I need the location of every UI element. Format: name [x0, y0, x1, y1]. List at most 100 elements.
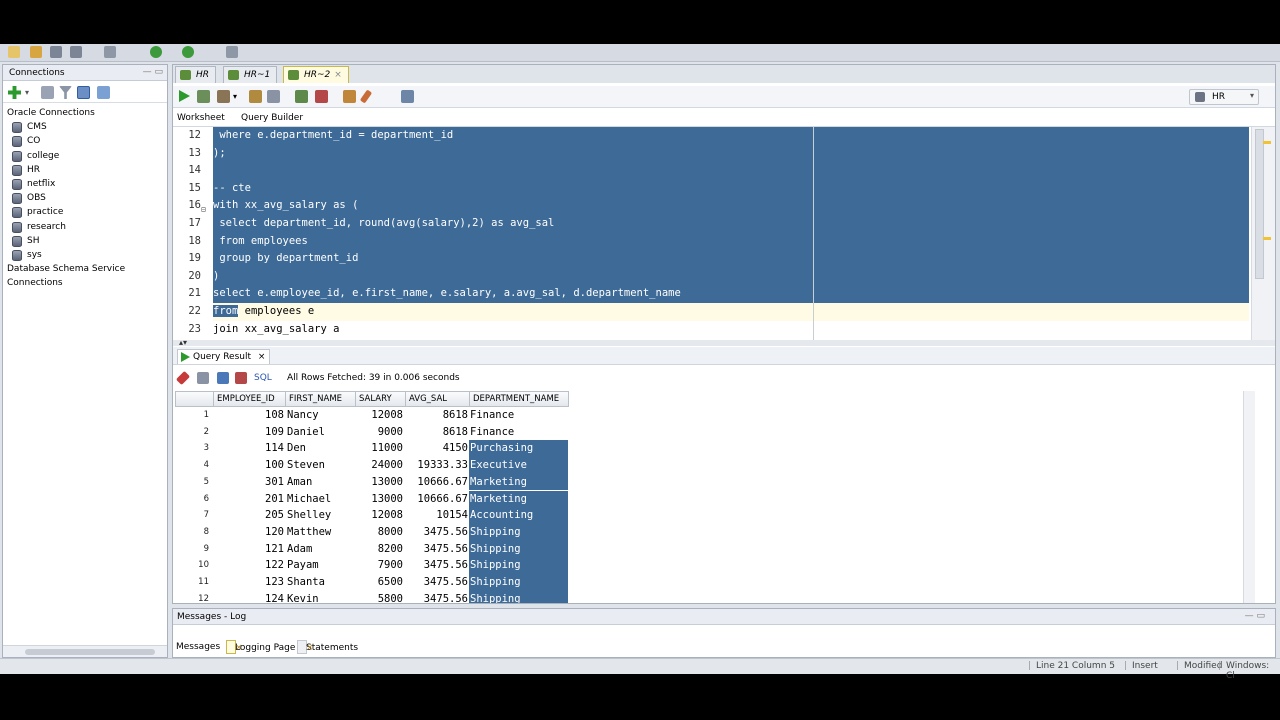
- new-icon[interactable]: [8, 46, 20, 58]
- tab-logging-page[interactable]: Logging Page ×: [226, 640, 295, 654]
- run-script-icon[interactable]: [197, 90, 210, 103]
- cell-avg-sal[interactable]: 3475.56: [405, 591, 469, 603]
- connection-item-co[interactable]: CO: [7, 134, 167, 148]
- unshared-sql-icon[interactable]: [343, 90, 356, 103]
- panel-window-buttons[interactable]: — ▭: [143, 67, 163, 77]
- cell-first-name[interactable]: Nancy: [285, 407, 355, 424]
- table-row[interactable]: 4 100 Steven 24000 19333.33 Executive: [175, 457, 568, 474]
- cell-employee-id[interactable]: 122: [213, 557, 285, 574]
- cell-employee-id[interactable]: 121: [213, 541, 285, 558]
- cell-employee-id[interactable]: 124: [213, 591, 285, 603]
- cell-department-name[interactable]: Executive: [469, 457, 568, 474]
- editor-result-splitter[interactable]: ▴▾: [173, 339, 1275, 347]
- cell-department-name[interactable]: Finance: [469, 424, 568, 441]
- table-row[interactable]: 5 301 Aman 13000 10666.67 Marketing: [175, 473, 568, 491]
- cell-first-name[interactable]: Kevin: [285, 591, 355, 603]
- cell-employee-id[interactable]: 120: [213, 524, 285, 541]
- cell-first-name[interactable]: Aman: [285, 474, 355, 491]
- close-tab-icon[interactable]: ×: [231, 641, 247, 655]
- print-icon[interactable]: [197, 372, 209, 384]
- explain-plan-icon[interactable]: [249, 90, 262, 103]
- cell-first-name[interactable]: Daniel: [285, 424, 355, 441]
- open-icon[interactable]: [30, 46, 42, 58]
- save-icon[interactable]: [50, 46, 62, 58]
- cell-first-name[interactable]: Shanta: [285, 574, 355, 591]
- table-row[interactable]: 11 123 Shanta 6500 3475.56 Shipping: [175, 574, 568, 591]
- table-row[interactable]: 3 114 Den 11000 4150 Purchasing: [175, 440, 568, 458]
- connection-item-obs[interactable]: OBS: [7, 191, 167, 205]
- table-row[interactable]: 1 108 Nancy 12008 8618 Finance: [175, 407, 568, 424]
- table-row[interactable]: 8 120 Matthew 8000 3475.56 Shipping: [175, 523, 568, 541]
- cell-salary[interactable]: 13000: [355, 474, 405, 491]
- cell-first-name[interactable]: Payam: [285, 557, 355, 574]
- cell-salary[interactable]: 8000: [355, 524, 405, 541]
- connection-item-cms[interactable]: CMS: [7, 120, 167, 134]
- pin-icon[interactable]: [175, 370, 191, 386]
- autotrace-icon[interactable]: [217, 90, 230, 103]
- cell-employee-id[interactable]: 108: [213, 407, 285, 424]
- cell-employee-id[interactable]: 100: [213, 457, 285, 474]
- tab-hr[interactable]: HR: [175, 66, 217, 83]
- cell-avg-sal[interactable]: 3475.56: [405, 524, 469, 541]
- tab-query-result[interactable]: Query Result ×: [177, 349, 271, 364]
- back-icon[interactable]: [150, 46, 162, 58]
- cell-department-name[interactable]: Shipping: [469, 574, 568, 591]
- cell-salary[interactable]: 5800: [355, 591, 405, 603]
- cell-avg-sal[interactable]: 10154: [405, 507, 469, 524]
- text-case-icon[interactable]: [401, 90, 414, 103]
- forward-icon[interactable]: [182, 46, 194, 58]
- cell-avg-sal[interactable]: 10666.67: [405, 491, 469, 508]
- add-connection-icon[interactable]: [8, 86, 21, 99]
- cell-salary[interactable]: 8200: [355, 541, 405, 558]
- cell-first-name[interactable]: Shelley: [285, 507, 355, 524]
- cell-salary[interactable]: 12008: [355, 407, 405, 424]
- cell-department-name[interactable]: Accounting: [469, 507, 568, 524]
- cell-salary[interactable]: 13000: [355, 491, 405, 508]
- scroll-thumb[interactable]: [25, 649, 155, 655]
- editor-vscrollbar[interactable]: [1251, 127, 1275, 340]
- cell-salary[interactable]: 11000: [355, 440, 405, 457]
- result-grid[interactable]: EMPLOYEE_ID FIRST_NAME SALARY AVG_SAL DE…: [175, 391, 1255, 603]
- cell-salary[interactable]: 24000: [355, 457, 405, 474]
- cell-department-name[interactable]: Purchasing: [469, 440, 568, 458]
- cell-employee-id[interactable]: 201: [213, 491, 285, 508]
- tab-hr-1[interactable]: HR~1: [223, 66, 278, 83]
- autotrace-dropdown-icon[interactable]: ▾: [233, 92, 237, 101]
- connection-item-practice[interactable]: practice: [7, 205, 167, 219]
- cell-salary[interactable]: 12008: [355, 507, 405, 524]
- sql-editor[interactable]: 12 where e.department_id = department_id…: [173, 127, 1253, 340]
- connection-item-college[interactable]: college: [7, 149, 167, 163]
- cell-salary[interactable]: 9000: [355, 424, 405, 441]
- cell-first-name[interactable]: Matthew: [285, 524, 355, 541]
- cell-salary[interactable]: 7900: [355, 557, 405, 574]
- table-row[interactable]: 7 205 Shelley 12008 10154 Accounting: [175, 507, 568, 524]
- cell-department-name[interactable]: Marketing: [469, 490, 568, 508]
- cell-first-name[interactable]: Den: [285, 440, 355, 457]
- cell-employee-id[interactable]: 123: [213, 574, 285, 591]
- cell-avg-sal[interactable]: 3475.56: [405, 574, 469, 591]
- cell-first-name[interactable]: Michael: [285, 491, 355, 508]
- col-department-name[interactable]: DEPARTMENT_NAME: [470, 391, 569, 407]
- run-statement-icon[interactable]: [179, 90, 190, 102]
- cell-employee-id[interactable]: 301: [213, 474, 285, 491]
- scroll-thumb[interactable]: [1255, 129, 1264, 279]
- undo-icon[interactable]: [104, 46, 116, 58]
- cell-department-name[interactable]: Finance: [469, 407, 568, 424]
- connection-item-hr[interactable]: HR: [7, 163, 167, 177]
- filter-icon[interactable]: [59, 86, 72, 99]
- connection-item-sys[interactable]: sys: [7, 248, 167, 262]
- refresh-icon[interactable]: [41, 86, 54, 99]
- cell-employee-id[interactable]: 205: [213, 507, 285, 524]
- cell-avg-sal[interactable]: 3475.56: [405, 557, 469, 574]
- cell-department-name[interactable]: Marketing: [469, 473, 568, 491]
- connection-item-research[interactable]: research: [7, 220, 167, 234]
- sql-tuning-icon[interactable]: [267, 90, 280, 103]
- cell-department-name[interactable]: Shipping: [469, 590, 568, 603]
- schema-service-connections-node[interactable]: Database Schema Service Connections: [7, 262, 167, 288]
- oracle-connections-node[interactable]: Oracle Connections: [7, 106, 167, 120]
- table-row[interactable]: 12 124 Kevin 5800 3475.56 Shipping: [175, 590, 568, 603]
- save-all-icon[interactable]: [70, 46, 82, 58]
- table-row[interactable]: 10 122 Payam 7900 3475.56 Shipping: [175, 557, 568, 574]
- cell-employee-id[interactable]: 114: [213, 440, 285, 457]
- table-row[interactable]: 9 121 Adam 8200 3475.56 Shipping: [175, 540, 568, 558]
